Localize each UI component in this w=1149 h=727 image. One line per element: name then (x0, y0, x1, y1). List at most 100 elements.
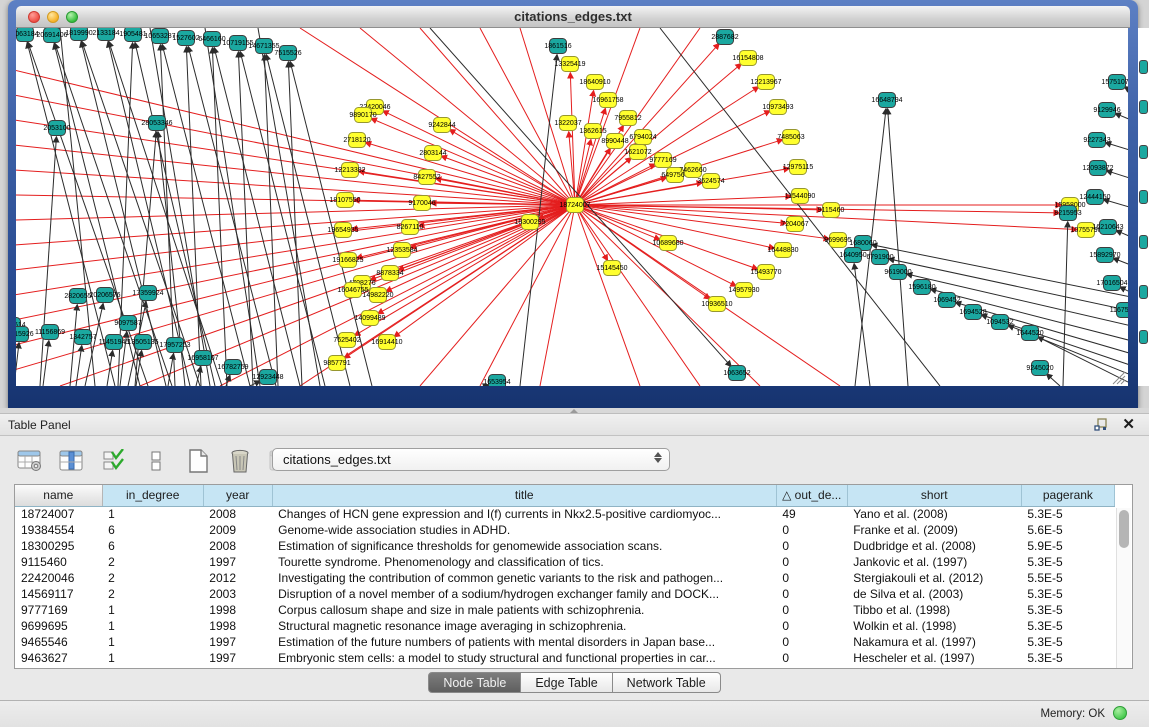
column-header-in_degree[interactable]: in_degree (102, 485, 203, 506)
graph-node[interactable]: 17957253 (159, 338, 190, 353)
close-panel-button[interactable]: ✕ (1122, 415, 1135, 433)
column-header-out_de[interactable]: △ out_de... (776, 485, 847, 506)
column-header-name[interactable]: name (15, 485, 102, 506)
graph-node[interactable]: 2063184 (16, 28, 39, 42)
table-row[interactable]: 977716911998Corpus callosum shape and si… (15, 602, 1115, 618)
graph-node[interactable]: 2820655 (64, 289, 91, 304)
table-row[interactable]: 946554611997Estimation of the future num… (15, 634, 1115, 650)
graph-node[interactable]: 28053346 (141, 116, 172, 131)
graph-node[interactable]: 8990448 (601, 134, 628, 149)
column-header-title[interactable]: title (272, 485, 776, 506)
float-panel-button[interactable] (1093, 417, 1109, 433)
graph-node[interactable]: 19654935 (327, 223, 358, 238)
graph-node[interactable]: 2803144 (419, 146, 446, 161)
table-settings-icon[interactable] (14, 446, 46, 476)
table-row[interactable]: 1872400712008Changes of HCN gene express… (15, 506, 1115, 522)
graph-node[interactable]: 2133184 (92, 28, 119, 41)
graph-node[interactable]: 9619000 (884, 265, 911, 280)
graph-node[interactable]: 1069452 (933, 293, 960, 308)
graph-node-label: 18300295 (514, 219, 545, 226)
graph-node[interactable]: 9129946 (1093, 103, 1120, 118)
table-row[interactable]: 1830029562008Estimation of significance … (15, 538, 1115, 554)
graph-node[interactable]: 3915926 (16, 327, 34, 342)
graph-node[interactable]: 9227343 (1083, 133, 1110, 148)
table-row[interactable]: 1456911722003Disruption of a novel membe… (15, 586, 1115, 602)
table-row[interactable]: 911546021997Tourette syndrome. Phenomeno… (15, 554, 1115, 570)
graph-node[interactable]: 1596180 (908, 280, 935, 295)
table-vertical-scrollbar[interactable] (1116, 508, 1131, 668)
graph-node[interactable]: 12213382 (334, 163, 365, 178)
graph-node[interactable]: 14099489 (354, 311, 385, 326)
column-header-pagerank[interactable]: pagerank (1021, 485, 1114, 506)
tab-edge-table[interactable]: Edge Table (521, 672, 612, 693)
graph-node-label: 10689680 (652, 240, 683, 247)
graph-node[interactable]: 20691406 (36, 28, 67, 43)
graph-node-label: 6791900 (866, 254, 893, 261)
select-column-icon[interactable] (56, 446, 88, 476)
scrollbar-thumb[interactable] (1119, 510, 1129, 548)
graph-node[interactable]: 10653287 (144, 29, 175, 44)
graph-node[interactable]: 9699695 (824, 233, 851, 248)
graph-node[interactable]: 7485063 (777, 130, 804, 145)
graph-node[interactable]: 15493770 (750, 265, 781, 280)
window-title-bar[interactable]: citations_edges.txt (16, 6, 1130, 28)
tab-node-table[interactable]: Node Table (428, 672, 521, 693)
graph-node[interactable]: 6794024 (629, 130, 656, 145)
graph-node[interactable]: 15145450 (596, 261, 627, 276)
graph-node[interactable]: 19166825 (332, 253, 363, 268)
graph-node[interactable]: 1063652 (723, 366, 750, 381)
graph-node[interactable]: 11544090 (785, 189, 816, 204)
graph-node[interactable]: 1094532 (986, 315, 1013, 330)
graph-node[interactable]: 11675300 (1110, 303, 1128, 318)
tab-network-table[interactable]: Network Table (613, 672, 721, 693)
graph-node[interactable]: 1362615 (579, 124, 606, 139)
new-table-icon[interactable] (182, 446, 214, 476)
graph-node[interactable]: 3624574 (697, 174, 724, 189)
graph-node[interactable]: 1527602 (172, 31, 199, 46)
graph-node[interactable]: 1621072 (624, 145, 651, 160)
graph-node[interactable]: 16961758 (592, 93, 623, 108)
canvas-resize-handle-icon[interactable] (1113, 372, 1125, 384)
graph-node[interactable]: 1694528 (959, 305, 986, 320)
graph-node[interactable]: 2718120 (343, 133, 370, 148)
graph-node[interactable]: 16648794 (871, 93, 902, 108)
table-row[interactable]: 1938455462009Genome-wide association stu… (15, 522, 1115, 538)
graph-node[interactable]: 15751074 (1101, 75, 1128, 90)
graph-node[interactable]: 1861516 (544, 39, 571, 54)
graph-node[interactable]: 15892970 (1089, 248, 1120, 263)
graph-node[interactable]: 11156869 (35, 325, 65, 340)
graph-node[interactable]: 12975115 (783, 160, 814, 175)
graph-node[interactable]: 1905481 (119, 28, 146, 42)
row-height-icon[interactable] (140, 446, 172, 476)
graph-node[interactable]: 18107550 (329, 193, 360, 208)
delete-trash-icon[interactable] (224, 446, 256, 476)
graph-node[interactable]: 9170046 (408, 196, 435, 211)
network-canvas[interactable]: 1872400720631842069140618199902133184190… (16, 28, 1128, 386)
graph-node[interactable]: 13325419 (554, 57, 585, 72)
graph-node[interactable]: 9097587 (114, 316, 141, 331)
graph-node[interactable]: 17359924 (132, 286, 163, 301)
graph-node[interactable]: 7955812 (614, 111, 641, 126)
graph-node[interactable]: 16448830 (767, 243, 798, 258)
table-row[interactable]: 969969511998Structural magnetic resonanc… (15, 618, 1115, 634)
column-check-icon[interactable] (98, 446, 130, 476)
column-header-short[interactable]: short (847, 485, 1021, 506)
graph-node[interactable]: 1653954 (483, 375, 510, 387)
graph-node-label: 1596180 (908, 284, 935, 291)
table-panel-header: Table Panel ✕ (0, 414, 1149, 436)
table-selector-dropdown[interactable]: citations_edges.txt (272, 448, 670, 471)
graph-node[interactable]: 9245020 (1026, 361, 1053, 376)
node-table[interactable]: namein_degreeyeartitle△ out_de...shortpa… (14, 484, 1133, 669)
column-header-year[interactable]: year (203, 485, 272, 506)
graph-node[interactable]: 16154808 (732, 51, 763, 66)
graph-node[interactable]: 1322037 (554, 116, 581, 131)
graph-node[interactable]: 12093872 (1082, 161, 1113, 176)
table-row[interactable]: 946362711997Embryonic stem cells: a mode… (15, 650, 1115, 666)
graph-node[interactable]: 12213967 (750, 75, 781, 90)
table-row[interactable]: 2242004622012Investigating the contribut… (15, 570, 1115, 586)
graph-node[interactable]: 18640910 (579, 75, 610, 90)
graph-node[interactable]: 10689680 (652, 236, 683, 251)
graph-node[interactable]: 1819990 (65, 28, 92, 41)
graph-node[interactable]: 7204067 (781, 217, 808, 232)
graph-node[interactable]: 2887682 (711, 30, 738, 45)
